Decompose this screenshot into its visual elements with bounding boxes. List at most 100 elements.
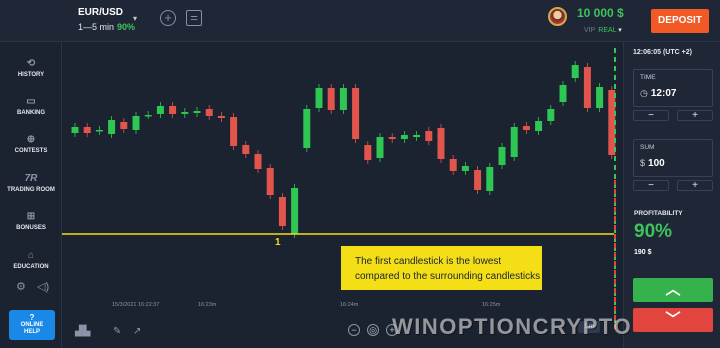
tooltip-line1: The first candlestick is the lowest	[355, 256, 502, 267]
gift-icon: ⊞	[26, 211, 36, 222]
tooltip-line2: compared to the surrounding candlesticks	[355, 271, 541, 282]
reset-zoom-icon[interactable]: ◎	[367, 324, 379, 336]
online-help-button[interactable]: ? ONLINE HELP	[9, 310, 55, 340]
candle-down	[205, 109, 213, 116]
candle-up	[108, 120, 116, 134]
price-chart[interactable]: 1 15/3/2021 16:22:37 16:23m 16:24m 16:25…	[62, 42, 623, 348]
layout-icon[interactable]: =	[186, 10, 202, 26]
server-clock: 12:06:05 (UTC +2)	[633, 49, 692, 56]
pencil-icon[interactable]: ✎	[113, 326, 121, 337]
sidebar-item-label: BONUSES	[16, 225, 46, 231]
put-down-button[interactable]: ﹀	[633, 308, 713, 332]
time-increase-button[interactable]: +	[677, 110, 713, 121]
candle-down	[120, 122, 128, 129]
annotation-tooltip: The first candlestick is the lowest comp…	[341, 246, 542, 290]
education-icon: ⌂	[27, 250, 35, 261]
sidebar-item-label: EDUCATION	[13, 264, 49, 270]
candle-down	[169, 106, 177, 114]
candle-down	[352, 88, 360, 139]
candle-up	[413, 135, 421, 137]
wallet-icon: ▭	[26, 96, 36, 107]
chevron-down-icon[interactable]: ▾	[133, 14, 137, 23]
time-decrease-button[interactable]: −	[633, 110, 669, 121]
time-label: 16:25m	[482, 302, 501, 308]
time-label: TIME	[640, 74, 656, 81]
chart-type-icon[interactable]: ▟▙	[75, 326, 90, 337]
help-label-line1: ONLINE	[20, 322, 44, 328]
candle-up	[510, 127, 518, 157]
time-label: 15/3/2021 16:22:37	[112, 302, 159, 308]
sidebar-item-label: TRADING ROOM	[7, 187, 55, 193]
history-icon: ⟲	[26, 58, 36, 69]
time-label: 16:23m	[198, 302, 217, 308]
profitability-label: PROFITABILITY	[634, 210, 683, 217]
sidebar-item-education[interactable]: ⌂ EDUCATION	[0, 250, 62, 270]
gear-icon[interactable]: ⚙	[16, 280, 26, 293]
candle-up	[71, 127, 79, 133]
dollar-icon: $	[640, 158, 646, 168]
sidebar-item-bonuses[interactable]: ⊞ BONUSES	[0, 211, 62, 231]
candle-up	[181, 112, 189, 114]
contests-icon: ⊕	[26, 134, 36, 145]
avatar[interactable]	[548, 7, 567, 26]
candle-down	[522, 126, 530, 130]
tr-icon: 7R	[24, 173, 38, 184]
candle-up	[144, 115, 152, 117]
candle-up	[339, 88, 347, 110]
sum-input[interactable]: SUM $100	[633, 139, 713, 177]
candle-down	[217, 116, 225, 118]
candle-up	[571, 65, 579, 78]
candle-marker-label: 1	[275, 237, 281, 248]
candle-up	[486, 167, 494, 191]
account-balance[interactable]: 10 000 $	[577, 6, 624, 20]
payout-percent: 90%	[117, 22, 136, 32]
sum-decrease-button[interactable]: −	[633, 180, 669, 191]
time-label: 16:24m	[340, 302, 359, 308]
sum-label: SUM	[640, 144, 655, 151]
sidebar-item-trading-room[interactable]: 7R TRADING ROOM	[0, 173, 62, 193]
candle-down	[388, 137, 396, 139]
sidebar-item-contests[interactable]: ⊕ CONTESTS	[0, 134, 62, 154]
arrow-up-icon: ︿	[665, 281, 681, 298]
candle-down	[83, 127, 91, 133]
zoom-out-icon[interactable]: −	[348, 324, 360, 336]
candle-up	[559, 85, 567, 102]
sidebar-item-history[interactable]: ⟲ HISTORY	[0, 58, 62, 78]
speaker-icon[interactable]: ◁)	[37, 280, 49, 293]
sidebar: ⟲ HISTORY ▭ BANKING ⊕ CONTESTS 7R TRADIN…	[0, 42, 62, 348]
candle-down	[254, 154, 262, 169]
sidebar-item-banking[interactable]: ▭ BANKING	[0, 96, 62, 116]
time-value: 12:07	[650, 88, 677, 99]
candle-up	[291, 188, 299, 234]
expiry-stripe-red	[614, 180, 616, 330]
indicators-icon[interactable]: ↗	[133, 326, 141, 337]
candle-down	[425, 131, 433, 141]
candles-group	[71, 61, 616, 238]
candle-down	[364, 145, 372, 160]
asset-expiry: 1—5 min 90%	[78, 22, 135, 32]
candle-down	[278, 197, 286, 226]
candle-down	[474, 170, 482, 190]
question-icon: ?	[29, 313, 35, 322]
account-type[interactable]: VIP REAL ▾	[584, 26, 622, 34]
candle-down	[242, 145, 250, 154]
sidebar-item-label: BANKING	[17, 110, 45, 116]
candle-up	[400, 135, 408, 139]
sidebar-item-label: CONTESTS	[14, 148, 48, 154]
sum-value: 100	[648, 158, 665, 169]
asset-selector[interactable]: EUR/USD 1—5 min 90%	[78, 7, 135, 32]
candle-down	[583, 67, 591, 108]
sum-value-wrap: $100	[640, 158, 665, 169]
asset-name: EUR/USD	[78, 7, 124, 18]
deposit-button[interactable]: DEPOSIT	[651, 9, 709, 33]
candle-down	[449, 159, 457, 171]
call-up-button[interactable]: ︿	[633, 278, 713, 302]
candle-up	[315, 88, 323, 108]
arrow-down-icon: ﹀	[665, 311, 681, 328]
time-value-wrap: ◷ 12:07	[640, 88, 676, 99]
add-chart-icon[interactable]: +	[160, 10, 176, 26]
sum-increase-button[interactable]: +	[677, 180, 713, 191]
profitability-percent: 90%	[634, 221, 673, 242]
candle-up	[376, 137, 384, 158]
time-input[interactable]: TIME ◷ 12:07	[633, 69, 713, 107]
